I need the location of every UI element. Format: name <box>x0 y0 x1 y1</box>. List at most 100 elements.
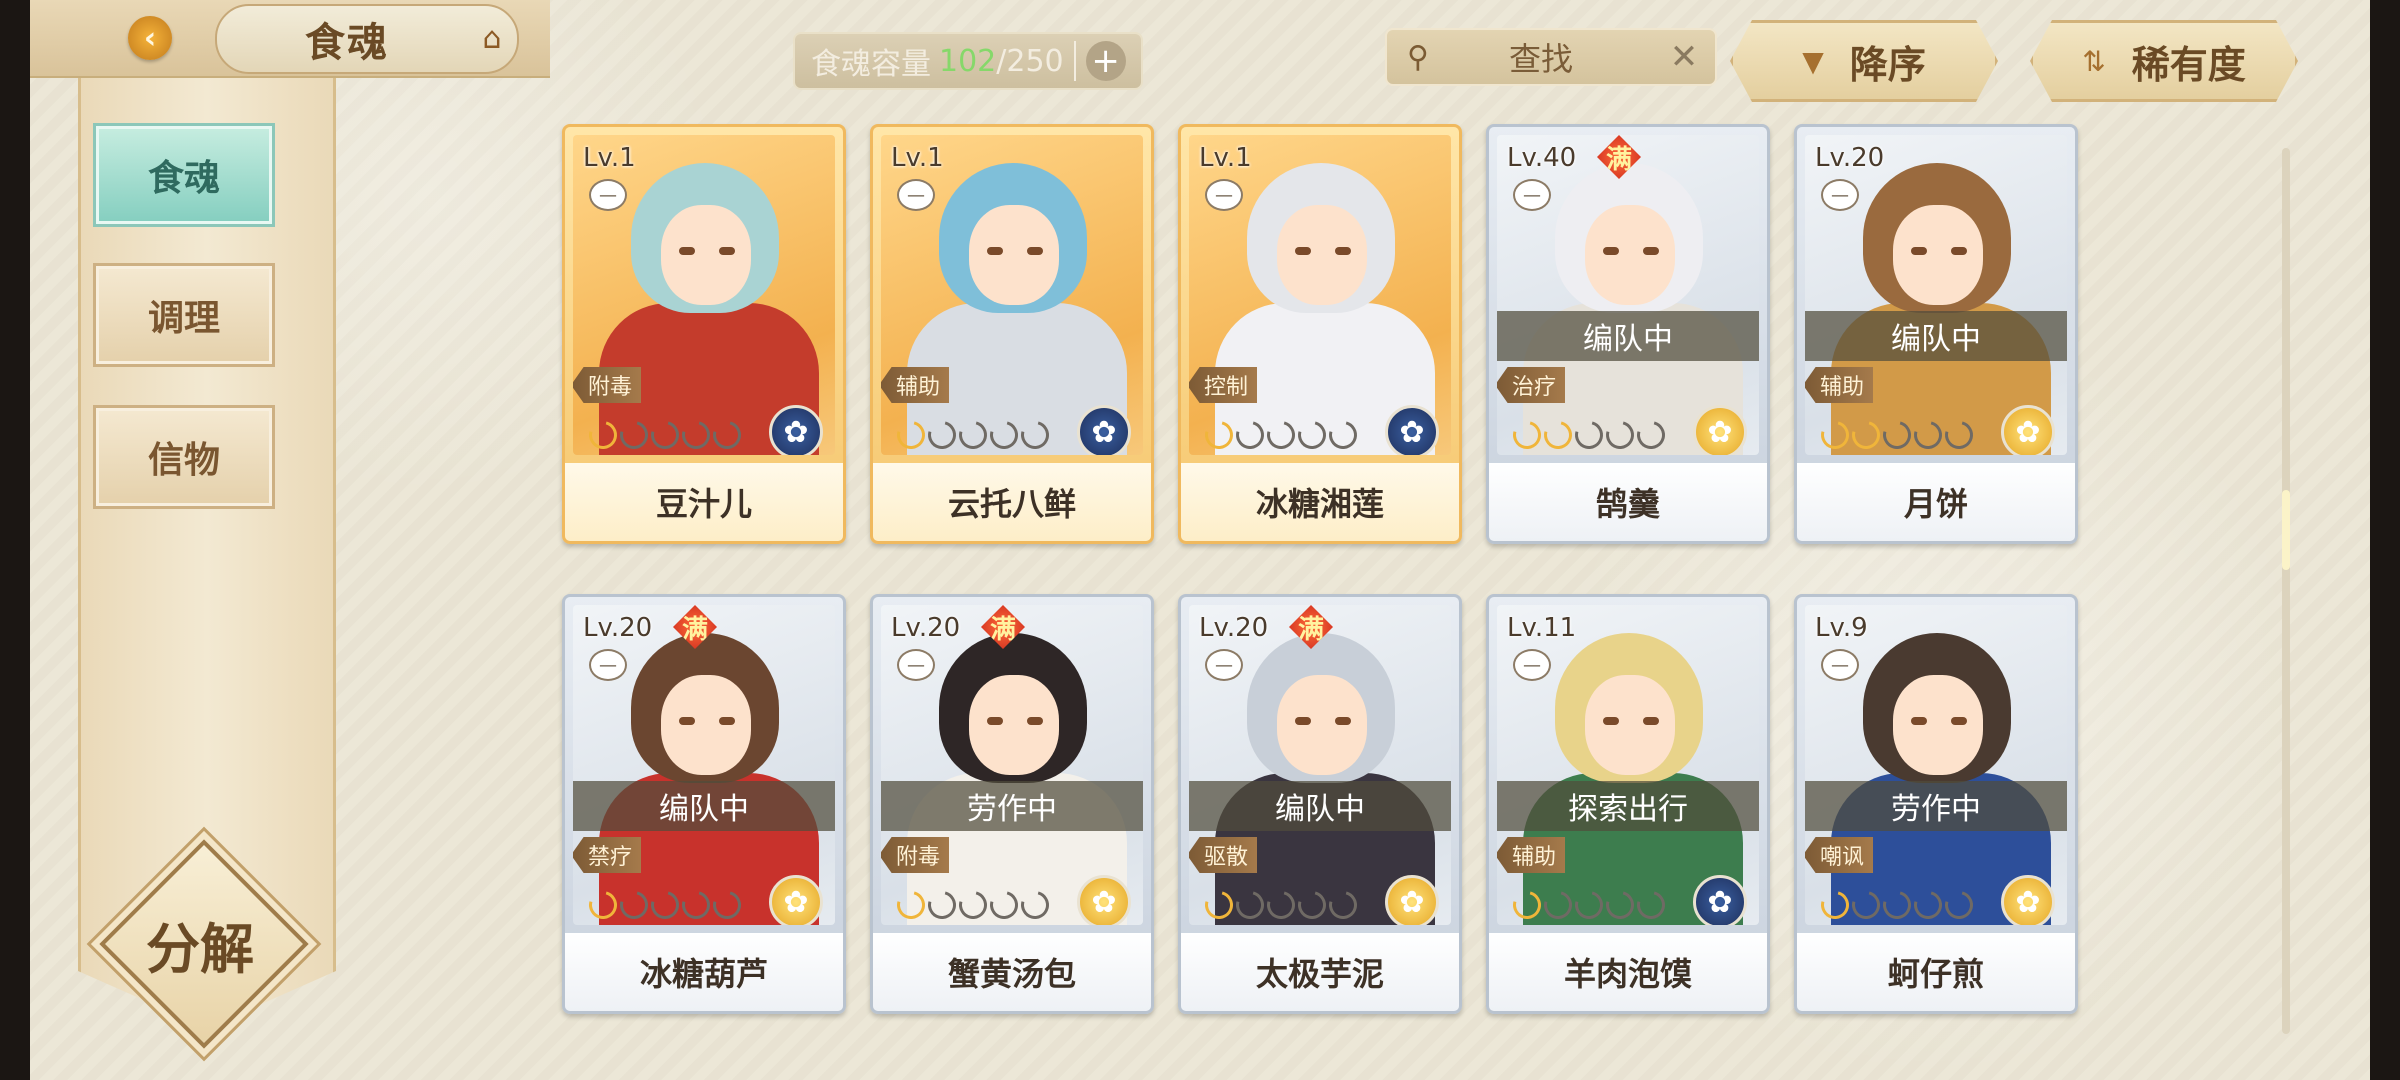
character-eye <box>1951 247 1967 255</box>
food-soul-card[interactable]: Lv.11 — 探索出行 辅助 ✿ 羊肉泡馍 <box>1486 594 1770 1014</box>
star-icon <box>1815 885 1855 925</box>
chat-bubble-icon[interactable]: — <box>589 179 627 211</box>
chat-bubble-icon[interactable]: — <box>589 649 627 681</box>
card-name: 云托八鲜 <box>873 463 1151 541</box>
character-eye <box>1911 247 1927 255</box>
character-portrait: Lv.1 — 控制 ✿ <box>1189 135 1451 455</box>
tab-seasoning[interactable]: 调理 <box>96 266 272 364</box>
sort-rarity-button[interactable]: ⇅ 稀有度 <box>2030 20 2298 102</box>
character-eye <box>1295 717 1311 725</box>
back-button[interactable]: ‹ <box>110 10 190 66</box>
food-soul-card[interactable]: Lv.20 满 — 编队中 禁疗 ✿ 冰糖葫芦 <box>562 594 846 1014</box>
character-face <box>661 675 751 775</box>
star-rating <box>1815 415 1979 455</box>
star-icon <box>1631 885 1671 925</box>
card-role-tag: 附毒 <box>881 837 949 873</box>
character-eye <box>987 247 1003 255</box>
food-soul-card[interactable]: Lv.1 — 控制 ✿ 冰糖湘莲 <box>1178 124 1462 544</box>
food-soul-card[interactable]: Lv.1 — 辅助 ✿ 云托八鲜 <box>870 124 1154 544</box>
right-black-bar <box>2370 0 2400 1080</box>
chat-bubble-icon[interactable]: — <box>897 649 935 681</box>
character-eye <box>1951 717 1967 725</box>
character-face <box>1893 205 1983 305</box>
card-name: 蟹黄汤包 <box>873 933 1151 1011</box>
search-box[interactable]: ⚲ 查找 ✕ <box>1385 28 1717 86</box>
star-icon <box>1015 885 1055 925</box>
sort-order-button[interactable]: ▼ 降序 <box>1730 20 1998 102</box>
food-soul-card[interactable]: Lv.40 满 — 编队中 治疗 ✿ 鹄羹 <box>1486 124 1770 544</box>
character-portrait: Lv.20 — 编队中 辅助 ✿ <box>1805 135 2067 455</box>
clear-icon[interactable]: ✕ <box>1667 37 1701 77</box>
star-rating <box>891 415 1055 455</box>
chat-bubble-icon[interactable]: — <box>1821 179 1859 211</box>
triangle-down-icon: ▼ <box>1802 44 1824 78</box>
card-level: Lv.20 <box>891 613 961 643</box>
chat-bubble-icon[interactable]: — <box>1513 649 1551 681</box>
star-icon <box>1908 885 1948 925</box>
food-soul-card[interactable]: Lv.20 满 — 劳作中 附毒 ✿ 蟹黄汤包 <box>870 594 1154 1014</box>
card-level: Lv.20 <box>1815 143 1885 173</box>
capacity-current: 102 <box>939 43 997 79</box>
star-rating <box>1199 415 1363 455</box>
chat-bubble-icon[interactable]: — <box>1205 649 1243 681</box>
scrollbar-thumb[interactable] <box>2282 490 2290 570</box>
character-eye <box>1335 247 1351 255</box>
capacity-label: 食魂容量 <box>811 47 931 82</box>
search-label: 查找 <box>1508 40 1573 78</box>
star-icon <box>1323 415 1363 455</box>
star-icon <box>676 415 716 455</box>
character-eye <box>719 247 735 255</box>
card-name: 冰糖湘莲 <box>1181 463 1459 541</box>
card-role-tag: 驱散 <box>1189 837 1257 873</box>
star-icon <box>1507 885 1547 925</box>
card-name: 鹄羹 <box>1489 463 1767 541</box>
food-soul-card[interactable]: Lv.20 — 编队中 辅助 ✿ 月饼 <box>1794 124 2078 544</box>
flower-element-icon: ✿ <box>1693 875 1747 925</box>
back-arrow-icon: ‹ <box>128 16 172 60</box>
star-icon <box>1292 885 1332 925</box>
star-icon <box>984 415 1024 455</box>
card-level: Lv.20 <box>583 613 653 643</box>
flower-element-icon: ✿ <box>1077 875 1131 925</box>
character-portrait: Lv.20 满 — 编队中 驱散 ✿ <box>1189 605 1451 925</box>
star-icon <box>1877 415 1917 455</box>
pavilion-icon[interactable]: ⌂ <box>470 18 514 58</box>
star-icon <box>1015 415 1055 455</box>
capacity-divider <box>1073 41 1076 81</box>
chat-bubble-icon[interactable]: — <box>1821 649 1859 681</box>
card-level: Lv.1 <box>1199 143 1252 173</box>
food-soul-card[interactable]: Lv.20 满 — 编队中 驱散 ✿ 太极芋泥 <box>1178 594 1462 1014</box>
card-status: 编队中 <box>573 781 835 831</box>
card-status: 编队中 <box>1497 311 1759 361</box>
chat-bubble-icon[interactable]: — <box>1513 179 1551 211</box>
star-icon <box>583 415 623 455</box>
character-eye <box>1603 717 1619 725</box>
food-soul-card[interactable]: Lv.1 — 附毒 ✿ 豆汁儿 <box>562 124 846 544</box>
character-eye <box>1295 247 1311 255</box>
character-eye <box>1027 247 1043 255</box>
star-icon <box>1846 415 1886 455</box>
expand-capacity-button[interactable]: + <box>1085 41 1126 81</box>
food-soul-card[interactable]: Lv.9 — 劳作中 嘲讽 ✿ 蚵仔煎 <box>1794 594 2078 1014</box>
character-face <box>969 205 1059 305</box>
tab-keepsake[interactable]: 信物 <box>96 408 272 506</box>
flower-element-icon: ✿ <box>2001 405 2055 455</box>
character-eye <box>1643 717 1659 725</box>
star-icon <box>1600 415 1640 455</box>
card-role-tag: 附毒 <box>573 367 641 403</box>
card-role-tag: 控制 <box>1189 367 1257 403</box>
scrollbar-track[interactable] <box>2282 148 2290 1034</box>
card-level: Lv.9 <box>1815 613 1868 643</box>
card-name: 冰糖葫芦 <box>565 933 843 1011</box>
character-portrait: Lv.1 — 附毒 ✿ <box>573 135 835 455</box>
flower-element-icon: ✿ <box>1693 405 1747 455</box>
character-portrait: Lv.20 满 — 劳作中 附毒 ✿ <box>881 605 1143 925</box>
chat-bubble-icon[interactable]: — <box>1205 179 1243 211</box>
star-icon <box>645 885 685 925</box>
card-level: Lv.20 <box>1199 613 1269 643</box>
card-status: 劳作中 <box>881 781 1143 831</box>
star-icon <box>614 885 654 925</box>
chat-bubble-icon[interactable]: — <box>897 179 935 211</box>
capacity-indicator: 食魂容量 102 /250 + <box>793 32 1143 90</box>
tab-food-soul[interactable]: 食魂 <box>96 126 272 224</box>
